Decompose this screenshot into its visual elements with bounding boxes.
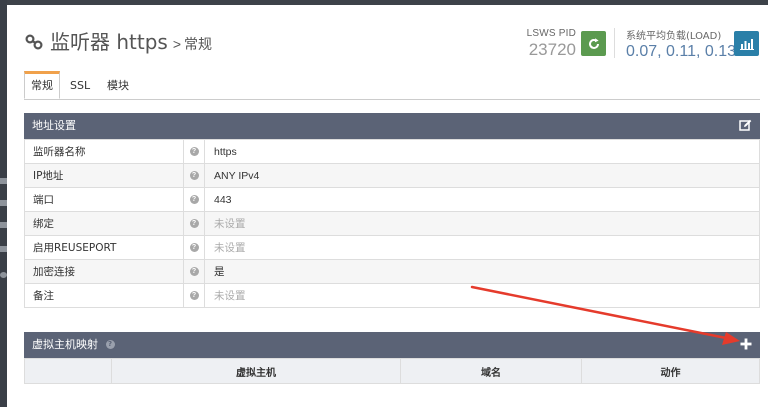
panel-title: 地址设置	[32, 119, 76, 132]
table-row: 启用REUSEPORT ? 未设置	[24, 235, 760, 260]
field-value: 是	[204, 259, 760, 284]
restart-button[interactable]	[581, 31, 606, 56]
column-spacer	[24, 358, 112, 384]
field-label: 备注	[24, 283, 184, 308]
column-header: 动作	[581, 358, 760, 384]
column-header: 域名	[400, 358, 582, 384]
sidebar-marker	[0, 272, 7, 278]
sidebar-marker	[0, 200, 7, 206]
panel-header: 虚拟主机映射 ?	[24, 332, 760, 358]
table-row: 虚拟主机 域名 动作	[24, 358, 760, 384]
question-icon[interactable]: ?	[189, 243, 199, 253]
load-display: 系统平均负载(LOAD) 0.07, 0.11, 0.13	[626, 27, 736, 61]
breadcrumb-separator: >	[172, 36, 182, 52]
tab-modules[interactable]: 模块	[107, 72, 129, 98]
question-icon[interactable]: ?	[189, 147, 199, 157]
top-bar	[7, 0, 768, 5]
pid-value: 23720	[528, 40, 576, 59]
sidebar-marker	[0, 178, 7, 184]
field-label: 端口	[24, 187, 184, 212]
listener-title: 监听器 https	[50, 30, 168, 54]
field-value: https	[204, 139, 760, 164]
page-title: 监听器 https > 常规	[24, 26, 212, 55]
field-label: 绑定	[24, 211, 184, 236]
tab-general[interactable]: 常规	[24, 71, 60, 99]
breadcrumb-current: 常规	[184, 37, 213, 53]
field-label: 启用REUSEPORT	[24, 235, 184, 260]
question-icon[interactable]: ?	[189, 219, 199, 229]
question-icon[interactable]: ?	[105, 339, 115, 349]
tab-ssl[interactable]: SSL	[70, 72, 90, 98]
column-header: 虚拟主机	[111, 358, 401, 384]
vhost-mapping-panel: 虚拟主机映射 ? 虚拟主机 域名 动作	[24, 332, 760, 384]
tab-bar: 常规 SSL 模块	[24, 71, 760, 100]
sidebar-marker	[0, 246, 7, 252]
bar-chart-icon	[739, 38, 754, 50]
link-icon	[25, 34, 43, 50]
table-row: 加密连接 ? 是	[24, 259, 760, 284]
vhost-table-header: 虚拟主机 域名 动作	[24, 358, 760, 384]
question-icon[interactable]: ?	[189, 195, 199, 205]
panel-title: 虚拟主机映射	[32, 338, 98, 351]
sidebar-marker	[0, 222, 7, 228]
pid-label: LSWS PID	[526, 28, 576, 39]
field-value: ANY IPv4	[204, 163, 760, 188]
stats-button[interactable]	[734, 31, 759, 56]
sidebar-edge	[0, 0, 7, 407]
edit-icon[interactable]	[739, 119, 752, 132]
panel-header: 地址设置	[24, 113, 760, 139]
load-value: 0.07, 0.11, 0.13	[626, 43, 737, 60]
load-label: 系统平均负载(LOAD)	[626, 31, 722, 42]
field-value: 443	[204, 187, 760, 212]
field-label: 加密连接	[24, 259, 184, 284]
question-icon[interactable]: ?	[189, 291, 199, 301]
address-settings-panel: 地址设置 监听器名称 ? https IP地址 ? ANY IPv4 端口 ? …	[24, 113, 760, 308]
field-value: 未设置	[204, 283, 760, 308]
table-row: 绑定 ? 未设置	[24, 211, 760, 236]
question-icon[interactable]: ?	[189, 171, 199, 181]
table-row: IP地址 ? ANY IPv4	[24, 163, 760, 188]
table-row: 监听器名称 ? https	[24, 139, 760, 164]
table-row: 备注 ? 未设置	[24, 283, 760, 308]
refresh-icon	[588, 37, 599, 49]
table-row: 端口 ? 443	[24, 187, 760, 212]
field-label: IP地址	[24, 163, 184, 188]
field-value: 未设置	[204, 235, 760, 260]
field-value: 未设置	[204, 211, 760, 236]
header-divider	[614, 28, 615, 58]
field-label: 监听器名称	[24, 139, 184, 164]
address-settings-table: 监听器名称 ? https IP地址 ? ANY IPv4 端口 ? 443 绑…	[24, 139, 760, 308]
plus-icon[interactable]	[740, 338, 752, 350]
pid-display: LSWS PID 23720	[520, 28, 576, 60]
question-icon[interactable]: ?	[189, 267, 199, 277]
